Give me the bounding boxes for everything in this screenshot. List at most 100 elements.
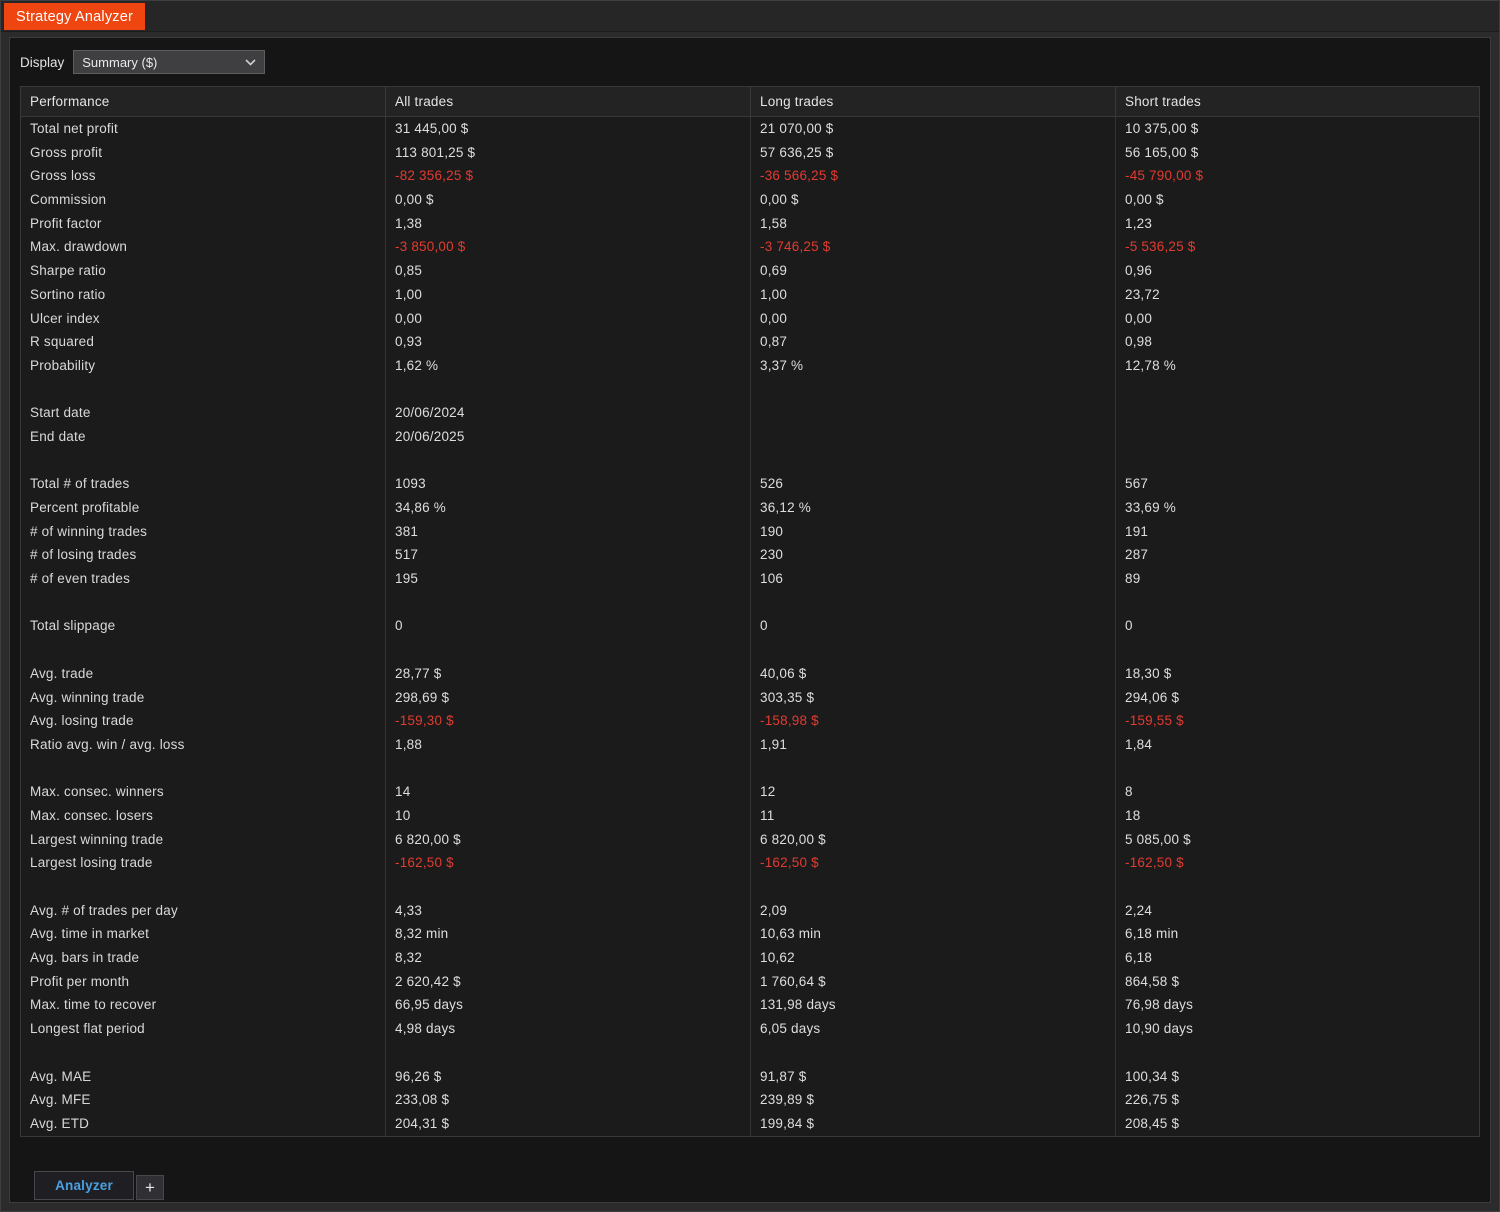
table-spacer-row [21, 875, 1479, 899]
row-value [1116, 757, 1479, 781]
row-value: 4,33 [386, 898, 751, 923]
row-value: -45 790,00 $ [1125, 168, 1204, 184]
row-label: Profit per month [21, 969, 386, 994]
table-row: Avg. winning trade 298,69 $303,35 $ 294,06… [21, 685, 1479, 710]
row-value: 208,45 $ [1125, 1115, 1180, 1131]
row-label [21, 875, 386, 899]
row-label: Probability [21, 353, 386, 378]
table-spacer-row [21, 377, 1479, 402]
row-value: 113 801,25 $ [386, 140, 751, 165]
row-value: 131,98 days [751, 993, 1116, 1018]
row-value: 89 [1125, 571, 1141, 587]
row-label: Max. time to recover [21, 993, 386, 1018]
table-row: Avg. MAE 96,26 $91,87 $ 100,34 $ [21, 1064, 1479, 1089]
column-header-short-trades[interactable]: Short trades [1116, 87, 1479, 116]
row-value: 298,69 $ [386, 685, 751, 710]
table-row: Avg. bars in trade 8,32 10,62 6,18 [21, 946, 1479, 970]
row-value: 199,84 $ [751, 1111, 1116, 1136]
row-value: 8,32 [386, 946, 751, 970]
table-row: Total net profit 31 445,00 $21 070,00 $ 10… [21, 117, 1479, 141]
table-row: # of losing trades 517 230 287 [21, 543, 1479, 568]
table-row: Percent profitable 34,86 % 36,12 % 33,69 % [21, 496, 1479, 520]
row-value [1116, 378, 1479, 402]
row-value: 10 375,00 $ [1125, 121, 1199, 136]
summary-table: Performance All trades Long trades Short tr… [20, 86, 1480, 1137]
column-header-performance[interactable]: Performance [21, 87, 386, 116]
row-value: -5 536,25 $ [1125, 239, 1196, 255]
row-label: Avg. MAE [21, 1064, 386, 1089]
table-row: Total slippage 0 0 0 [21, 614, 1479, 639]
table-row: Probability 1,62 % 3,37 % 12,78 % [21, 353, 1479, 378]
row-value: -158,98 $ [751, 709, 1116, 733]
row-value: 0,00 $ [751, 188, 1116, 212]
row-label: Ulcer index [21, 306, 386, 331]
table-row: Ulcer index 0,00 0,00 0,00 [21, 306, 1479, 331]
row-value: 91,87 $ [751, 1064, 1116, 1089]
row-label: Largest winning trade [21, 827, 386, 852]
row-value: 1,00 [751, 282, 1116, 307]
table-spacer-row [21, 590, 1479, 615]
row-value [1116, 449, 1479, 473]
row-label: # of even trades [21, 567, 386, 591]
column-header-all-trades[interactable]: All trades [386, 87, 751, 116]
display-dropdown[interactable]: Summary ($) [73, 50, 266, 74]
chevron-down-icon [245, 58, 256, 66]
column-header-long-trades[interactable]: Long trades [751, 87, 1116, 116]
row-value: 0,00 $ [386, 188, 751, 212]
row-value: 14 [386, 780, 751, 804]
row-value: 1,38 [386, 211, 751, 236]
table-row: Sortino ratio 1,00 1,00 23,72 [21, 282, 1479, 307]
row-label: Total slippage [21, 614, 386, 639]
add-tab-button[interactable]: + [136, 1175, 164, 1200]
row-label: Avg. ETD [21, 1111, 386, 1136]
row-label: Sortino ratio [21, 282, 386, 307]
row-label: Largest losing trade [21, 851, 386, 875]
table-row: Avg. trade 28,77 $40,06 $ 18,30 $ [21, 661, 1479, 686]
table-row: Max. time to recover 66,95 days 131,98 day… [21, 993, 1479, 1018]
row-value: 0,98 [1125, 334, 1153, 350]
row-value: 0,87 [751, 330, 1116, 354]
row-value: 0,00 [386, 306, 751, 331]
row-value: 31 445,00 $ [386, 117, 751, 141]
row-value: 195 [386, 567, 751, 591]
row-value: -159,30 $ [386, 709, 751, 733]
row-label: Gross profit [21, 140, 386, 165]
summary-table-body: Total net profit 31 445,00 $21 070,00 $ 10… [21, 117, 1479, 1136]
row-value: 33,69 % [1125, 500, 1176, 515]
row-value [386, 756, 751, 781]
window-title: Strategy Analyzer [16, 8, 134, 25]
row-label: Gross loss [21, 164, 386, 189]
table-row: Max. drawdown -3 850,00 $ -3 746,25 $ -5 53… [21, 235, 1479, 260]
row-value: 381 [386, 519, 751, 544]
row-value: 2 620,42 $ [386, 969, 751, 994]
row-value: -162,50 $ [1125, 855, 1184, 871]
analyzer-panel: Display Summary ($) Performance All trade… [9, 37, 1491, 1203]
table-spacer-row [21, 448, 1479, 473]
row-label: Max. drawdown [21, 235, 386, 260]
row-value: 6,18 [1125, 950, 1153, 966]
row-label: Avg. # of trades per day [21, 898, 386, 923]
row-value: 1,00 [386, 282, 751, 307]
row-label: Start date [21, 401, 386, 425]
row-value: 864,58 $ [1125, 973, 1180, 989]
row-label: # of losing trades [21, 543, 386, 568]
row-label [21, 756, 386, 781]
row-value [386, 638, 751, 662]
window-title-tab[interactable]: Strategy Analyzer [4, 3, 146, 30]
row-value: 303,35 $ [751, 685, 1116, 710]
summary-table-header: Performance All trades Long trades Short tr… [21, 87, 1479, 117]
row-label: Sharpe ratio [21, 259, 386, 283]
table-row: Max. consec. losers 10 11 18 [21, 803, 1479, 828]
table-row: # of winning trades 381 190 191 [21, 519, 1479, 544]
row-value: 23,72 [1125, 286, 1160, 302]
table-row: # of even trades 195 106 89 [21, 567, 1479, 591]
row-value: 11 [751, 803, 1116, 828]
row-value: 0,00 [1125, 310, 1153, 326]
row-value [751, 424, 1116, 449]
row-value: 106 [751, 567, 1116, 591]
tab-analyzer[interactable]: Analyzer [34, 1171, 134, 1200]
row-value: 6,05 days [751, 1017, 1116, 1041]
table-row: Longest flat period 4,98 days 6,05 days 10,… [21, 1017, 1479, 1041]
row-label: Profit factor [21, 211, 386, 236]
row-value: 12,78 % [1125, 357, 1176, 373]
